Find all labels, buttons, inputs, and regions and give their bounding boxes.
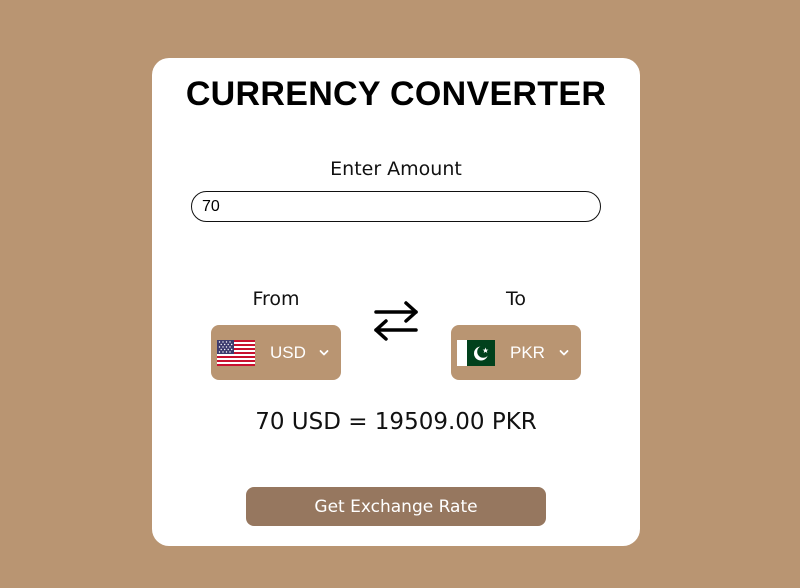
amount-input[interactable] [191, 191, 601, 222]
to-currency-select[interactable]: PKR [451, 325, 581, 380]
to-label: To [505, 288, 526, 310]
from-currency-select[interactable]: USD [211, 325, 341, 380]
amount-label: Enter Amount [330, 158, 462, 180]
get-exchange-rate-button[interactable]: Get Exchange Rate [246, 487, 546, 526]
us-flag-icon [217, 339, 255, 366]
page-title: CURRENCY CONVERTER [185, 75, 607, 113]
chevron-down-icon [559, 349, 569, 355]
conversion-result: 70 USD = 19509.00 PKR [255, 409, 537, 435]
from-currency-code: USD [270, 342, 306, 362]
chevron-down-icon [319, 349, 329, 355]
from-label: From [252, 288, 300, 310]
to-currency-code: PKR [510, 342, 545, 362]
converter-card: CURRENCY CONVERTER Enter Amount From To … [152, 58, 640, 546]
swap-arrows-icon[interactable] [370, 298, 422, 344]
pk-flag-icon [457, 339, 495, 366]
